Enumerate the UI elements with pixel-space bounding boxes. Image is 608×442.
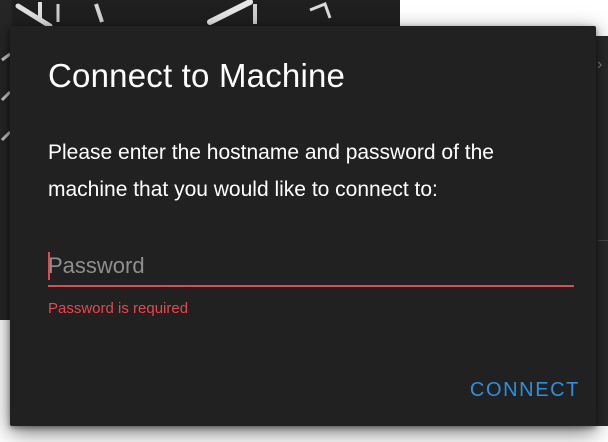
connect-dialog: Connect to Machine Please enter the host… [10,26,596,426]
text-caret [48,252,50,280]
dialog-message: Please enter the hostname and password o… [48,141,494,201]
password-underline-error [48,285,574,287]
connect-button[interactable]: CONNECT [434,370,584,410]
dialog-title: Connect to Machine [48,57,346,94]
background-glyph: › [597,56,603,73]
password-error-message: Password is required [48,300,189,317]
background-divider [598,240,608,241]
password-input[interactable] [48,248,574,284]
password-field [48,248,574,288]
